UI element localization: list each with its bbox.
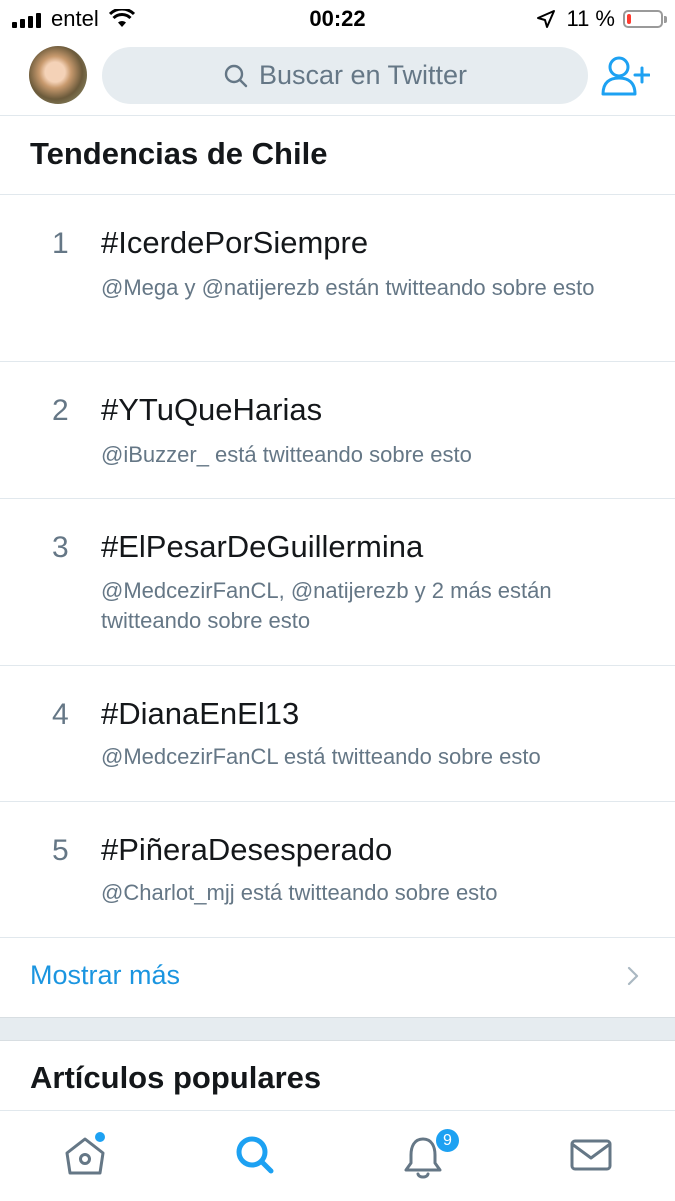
notifications-badge: 9 [434, 1127, 461, 1154]
trend-hashtag: #ElPesarDeGuillermina [101, 529, 424, 564]
trend-hashtag: #IcerdePorSiempre [101, 225, 369, 260]
status-bar: entel 00:22 11 % [0, 0, 675, 38]
location-arrow-icon [537, 10, 556, 28]
search-placeholder: Buscar en Twitter [258, 60, 468, 90]
trend-item[interactable]: 2 #YTuQueHarias @iBuzzer_ está twitteand… [0, 362, 675, 498]
search-icon [224, 64, 248, 87]
home-icon[interactable] [55, 1125, 115, 1185]
trend-item[interactable]: 3 #ElPesarDeGuillermina @MedcezirFanCL, … [0, 499, 675, 665]
bottom-tab-bar: 9 [0, 1110, 675, 1201]
trend-rank: 1 [52, 227, 69, 260]
trend-context: @iBuzzer_ está twitteando sobre esto [101, 442, 472, 467]
popular-articles-title: Artículos populares [30, 1060, 322, 1095]
trend-hashtag: #DianaEnEl13 [101, 696, 300, 731]
trends-title: Tendencias de Chile [30, 136, 328, 171]
trend-rank: 4 [52, 698, 69, 731]
trend-context: @MedcezirFanCL está twitteando sobre est… [101, 744, 541, 769]
section-separator [0, 1017, 675, 1041]
show-more-button[interactable]: Mostrar más [0, 938, 675, 1016]
search-input[interactable]: Buscar en Twitter [102, 47, 588, 104]
trend-item[interactable]: 4 #DianaEnEl13 @MedcezirFanCL está twitt… [0, 666, 675, 801]
chevron-right-icon [627, 966, 639, 986]
trend-hashtag: #YTuQueHarias [101, 392, 323, 427]
show-more-label: Mostrar más [30, 960, 181, 990]
trend-context: @MedcezirFanCL, @natijerezb y 2 más está… [101, 578, 552, 633]
battery-icon [623, 10, 667, 28]
trend-context: @Charlot_mjj está twitteando sobre esto [101, 880, 498, 905]
search-tab-icon[interactable] [225, 1125, 285, 1185]
trend-rank: 5 [52, 834, 69, 867]
trend-item[interactable]: 1 #IcerdePorSiempre @Mega y @natijerezb … [0, 195, 675, 361]
trend-rank: 3 [52, 531, 69, 564]
trend-hashtag: #PiñeraDesesperado [101, 832, 393, 867]
trend-context: @Mega y @natijerezb están twitteando sob… [101, 275, 595, 300]
messages-mail-icon[interactable] [561, 1125, 621, 1185]
trend-item[interactable]: 5 #PiñeraDesesperado @Charlot_mjj está t… [0, 802, 675, 938]
add-user-icon[interactable] [600, 54, 650, 98]
battery-fill [627, 14, 631, 24]
avatar[interactable] [29, 46, 87, 104]
new-content-dot [95, 1132, 105, 1142]
battery-percentage: 11 % [566, 6, 615, 31]
trend-rank: 2 [52, 394, 69, 427]
top-bar: Buscar en Twitter [0, 38, 675, 116]
